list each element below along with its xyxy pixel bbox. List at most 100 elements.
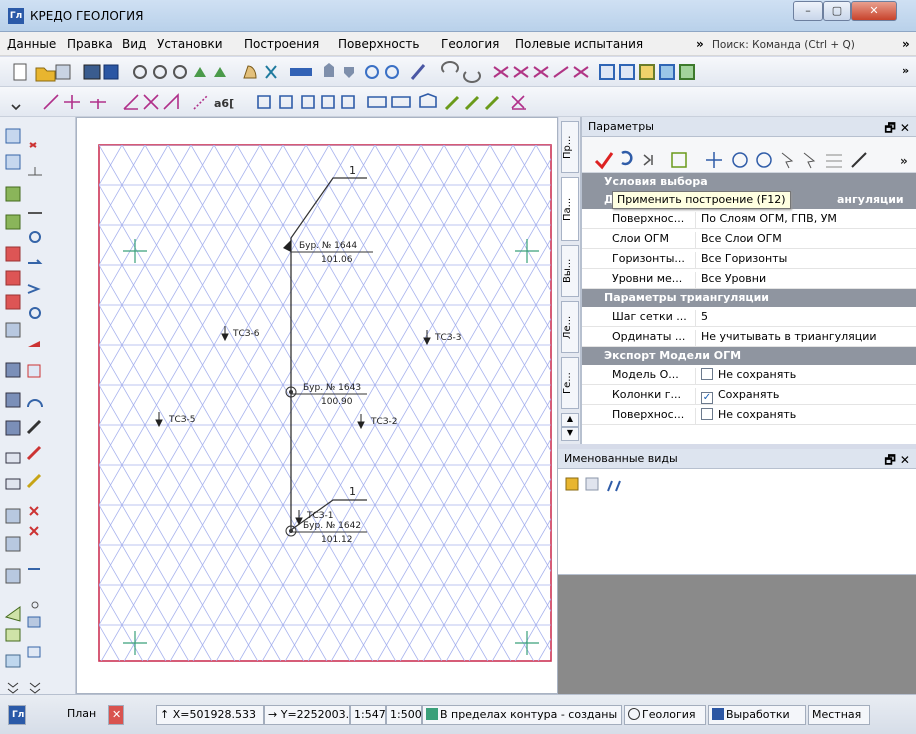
menu-overflow[interactable]: » <box>696 37 704 51</box>
status-message-icon <box>426 708 438 720</box>
param-row-grid-step[interactable]: Шаг сетки ... 5 <box>582 307 916 327</box>
add-view-icon[interactable] <box>565 477 579 491</box>
scale-base[interactable]: 1:500 <box>386 705 422 725</box>
menu-edit[interactable]: Правка <box>67 37 113 51</box>
snap2-icon[interactable] <box>756 152 772 168</box>
parameters-header: Параметры 🗗 ✕ <box>582 117 916 137</box>
group-export-model[interactable]: Экспорт Модели ОГМ <box>582 347 916 365</box>
pen-icon[interactable] <box>851 152 867 168</box>
left-tool-icons[interactable] <box>4 128 43 694</box>
param-row-ordinates[interactable]: Ординаты ... Не учитывать в триангуляции <box>582 327 916 347</box>
borehole-1644[interactable]: Бур. № 1644 101.06 <box>283 240 373 265</box>
menu-data[interactable]: Данные <box>7 37 56 51</box>
cursor-icon[interactable] <box>781 152 794 169</box>
param-row-horizons[interactable]: Горизонты... Все Горизонты <box>582 249 916 269</box>
text-tool-icon[interactable]: a6[ <box>214 97 234 110</box>
minimize-button[interactable]: – <box>793 1 823 21</box>
maximize-button[interactable]: ▢ <box>823 1 851 21</box>
workings-icon <box>712 708 724 720</box>
delete-view-icon[interactable] <box>585 477 599 491</box>
menu-view[interactable]: Вид <box>122 37 146 51</box>
param-value[interactable]: Не сохранять <box>695 408 796 424</box>
checkbox-checked[interactable]: ✓ <box>701 392 713 404</box>
sounding-ts2[interactable]: ТСЗ-2 <box>357 414 398 430</box>
status-message-text: В пределах контура - созданы <box>440 708 618 721</box>
section-mark-bottom: 1 <box>349 485 356 498</box>
tab-pr[interactable]: Пр... <box>561 121 579 173</box>
param-label: Горизонты... <box>612 252 685 265</box>
undo-icon[interactable] <box>621 150 633 166</box>
group-triangulation-suffix: ангуляции <box>837 193 904 206</box>
command-search-input[interactable]: Поиск: Команда (Ctrl + Q) <box>712 39 855 51</box>
menu-field-tests[interactable]: Полевые испытания <box>515 37 643 51</box>
tab-le[interactable]: Ле... <box>561 301 579 353</box>
menu-settings[interactable]: Установки <box>157 37 223 51</box>
param-row-export-model[interactable]: Модель О... Не сохранять <box>582 365 916 385</box>
side-tabs: Пр... Па... Вы... Ле... Ге... ▲ ▼ <box>559 117 581 444</box>
param-value[interactable]: ✓ Сохранять <box>695 388 779 404</box>
step-icon[interactable] <box>643 154 653 166</box>
workings-tab-label: Выработки <box>726 708 790 721</box>
status-app-icon: Гл <box>8 705 26 725</box>
named-views-panel: Именованные виды 🗗 ✕ <box>558 449 916 694</box>
params-toolbar-overflow[interactable]: » <box>900 154 908 168</box>
named-views-title: Именованные виды <box>564 452 678 465</box>
search-overflow[interactable]: » <box>902 37 910 51</box>
param-label: Модель О... <box>612 368 679 381</box>
apply-view-icon[interactable] <box>607 480 621 492</box>
scroll-down-icon[interactable]: ▼ <box>561 427 579 441</box>
param-label: Слои ОГМ <box>612 232 669 245</box>
triangle-tool-icon[interactable] <box>671 152 687 168</box>
plan-tab[interactable]: План <box>64 705 100 725</box>
param-value[interactable]: Все Горизонты <box>695 252 787 268</box>
plan-view[interactable]: 1 1 Бур. № 1644 101.06 Бур. № 1643 100.9… <box>76 117 558 694</box>
param-row-export-surface[interactable]: Поверхнос... Не сохранять <box>582 405 916 425</box>
param-value[interactable]: Не сохранять <box>695 368 796 384</box>
coordinate-system[interactable]: Местная <box>808 705 870 725</box>
sounding-ts3[interactable]: ТСЗ-3 <box>423 330 462 346</box>
geology-tab[interactable]: Геология <box>624 705 706 725</box>
tab-vy[interactable]: Вы... <box>561 245 579 297</box>
toolbar-overflow[interactable]: » <box>902 64 909 77</box>
parameters-toolbar: » <box>582 137 916 173</box>
param-value[interactable]: Все Слои ОГМ <box>695 232 782 248</box>
workings-tab[interactable]: Выработки <box>708 705 806 725</box>
param-row-levels[interactable]: Уровни ме... Все Уровни <box>582 269 916 289</box>
param-row-layers[interactable]: Слои ОГМ Все Слои ОГМ <box>582 229 916 249</box>
menu-geology[interactable]: Геология <box>441 37 499 51</box>
toolbar-icons[interactable] <box>13 61 695 83</box>
borehole-1642-elev: 101.12 <box>321 535 353 545</box>
cursor2-icon[interactable] <box>803 152 816 169</box>
drawing-tool-icons[interactable] <box>11 93 526 111</box>
param-value[interactable]: По Слоям ОГМ, ГПВ, УМ <box>695 212 837 228</box>
status-message: В пределах контура - созданы <box>422 705 622 725</box>
group-selection-conditions[interactable]: Условия выбора <box>582 173 916 191</box>
param-value[interactable]: Все Уровни <box>695 272 766 288</box>
snap-icon[interactable] <box>732 152 748 168</box>
param-value[interactable]: Не учитывать в триангуляции <box>695 330 877 346</box>
close-button[interactable]: ✕ <box>851 1 897 21</box>
scroll-up-icon[interactable]: ▲ <box>561 413 579 427</box>
menu-build[interactable]: Построения <box>244 37 319 51</box>
apply-check-icon[interactable] <box>594 152 614 170</box>
param-value[interactable]: 5 <box>695 310 708 326</box>
checkbox[interactable] <box>701 408 713 420</box>
param-row-export-columns[interactable]: Колонки г... ✓ Сохранять <box>582 385 916 405</box>
param-row-surface[interactable]: Поверхнос... По Слоям ОГМ, ГПВ, УМ <box>582 209 916 229</box>
map-canvas[interactable]: 1 1 Бур. № 1644 101.06 Бур. № 1643 100.9… <box>77 118 557 693</box>
named-views-header: Именованные виды 🗗 ✕ <box>558 449 916 469</box>
tab-ge[interactable]: Ге... <box>561 357 579 409</box>
group-triangulation-params[interactable]: Параметры триангуляции <box>582 289 916 307</box>
named-views-list[interactable] <box>558 469 916 575</box>
title-bar: Гл КРЕДО ГЕОЛОГИЯ – ▢ ✕ <box>0 0 916 32</box>
layers-icon[interactable] <box>826 154 842 168</box>
close-plan-icon[interactable]: ✕ <box>108 705 124 725</box>
tab-parameters[interactable]: Па... <box>561 177 579 241</box>
param-label: Поверхнос... <box>612 408 685 421</box>
borehole-1643-name: Бур. № 1643 <box>303 383 361 393</box>
borehole-1643[interactable]: Бур. № 1643 100.90 <box>285 383 367 407</box>
checkbox[interactable] <box>701 368 713 380</box>
menu-surface[interactable]: Поверхность <box>338 37 419 51</box>
scale-current[interactable]: 1:547 <box>350 705 386 725</box>
add-point-icon[interactable] <box>706 152 722 168</box>
